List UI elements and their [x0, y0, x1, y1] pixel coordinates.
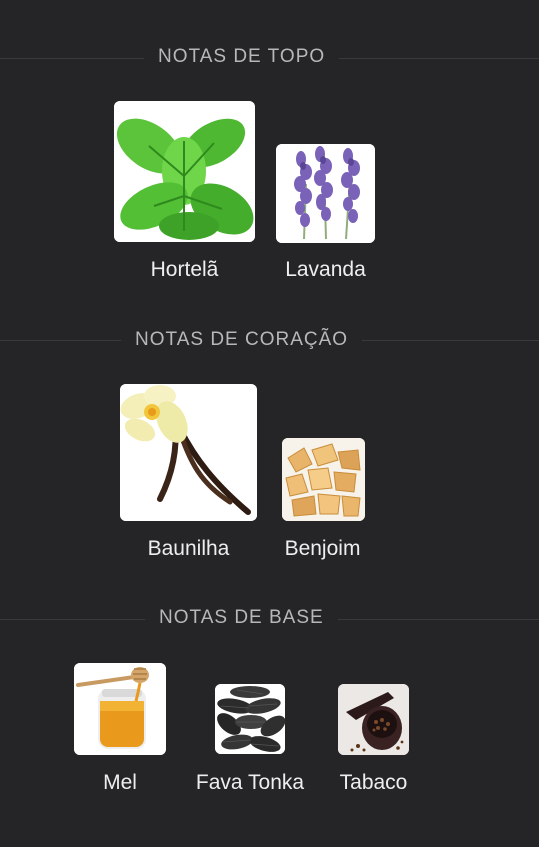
tobacco-pipe-image[interactable]	[338, 684, 409, 755]
section-heading-top-notes: NOTAS DE TOPO	[144, 45, 340, 69]
benzoin-resin-image[interactable]	[282, 438, 365, 521]
note-label-mel: Mel	[103, 771, 137, 794]
tonka-beans-image[interactable]	[215, 684, 285, 754]
note-label-tabaco: Tabaco	[339, 771, 408, 794]
note-label-benjoim: Benjoim	[284, 537, 361, 560]
lavender-flowers-image[interactable]	[276, 144, 375, 243]
note-label-hortela: Hortelã	[150, 258, 219, 281]
mint-leaves-image[interactable]	[114, 101, 255, 242]
honey-jar-image[interactable]	[74, 663, 166, 755]
note-label-lavanda: Lavanda	[285, 258, 366, 281]
section-heading-base-notes: NOTAS DE BASE	[145, 606, 338, 630]
note-label-baunilha: Baunilha	[147, 537, 230, 560]
section-heading-heart-notes: NOTAS DE CORAÇÃO	[121, 328, 363, 352]
note-label-fava-tonka: Fava Tonka	[195, 771, 305, 794]
vanilla-flower-pods-image[interactable]	[120, 384, 257, 521]
